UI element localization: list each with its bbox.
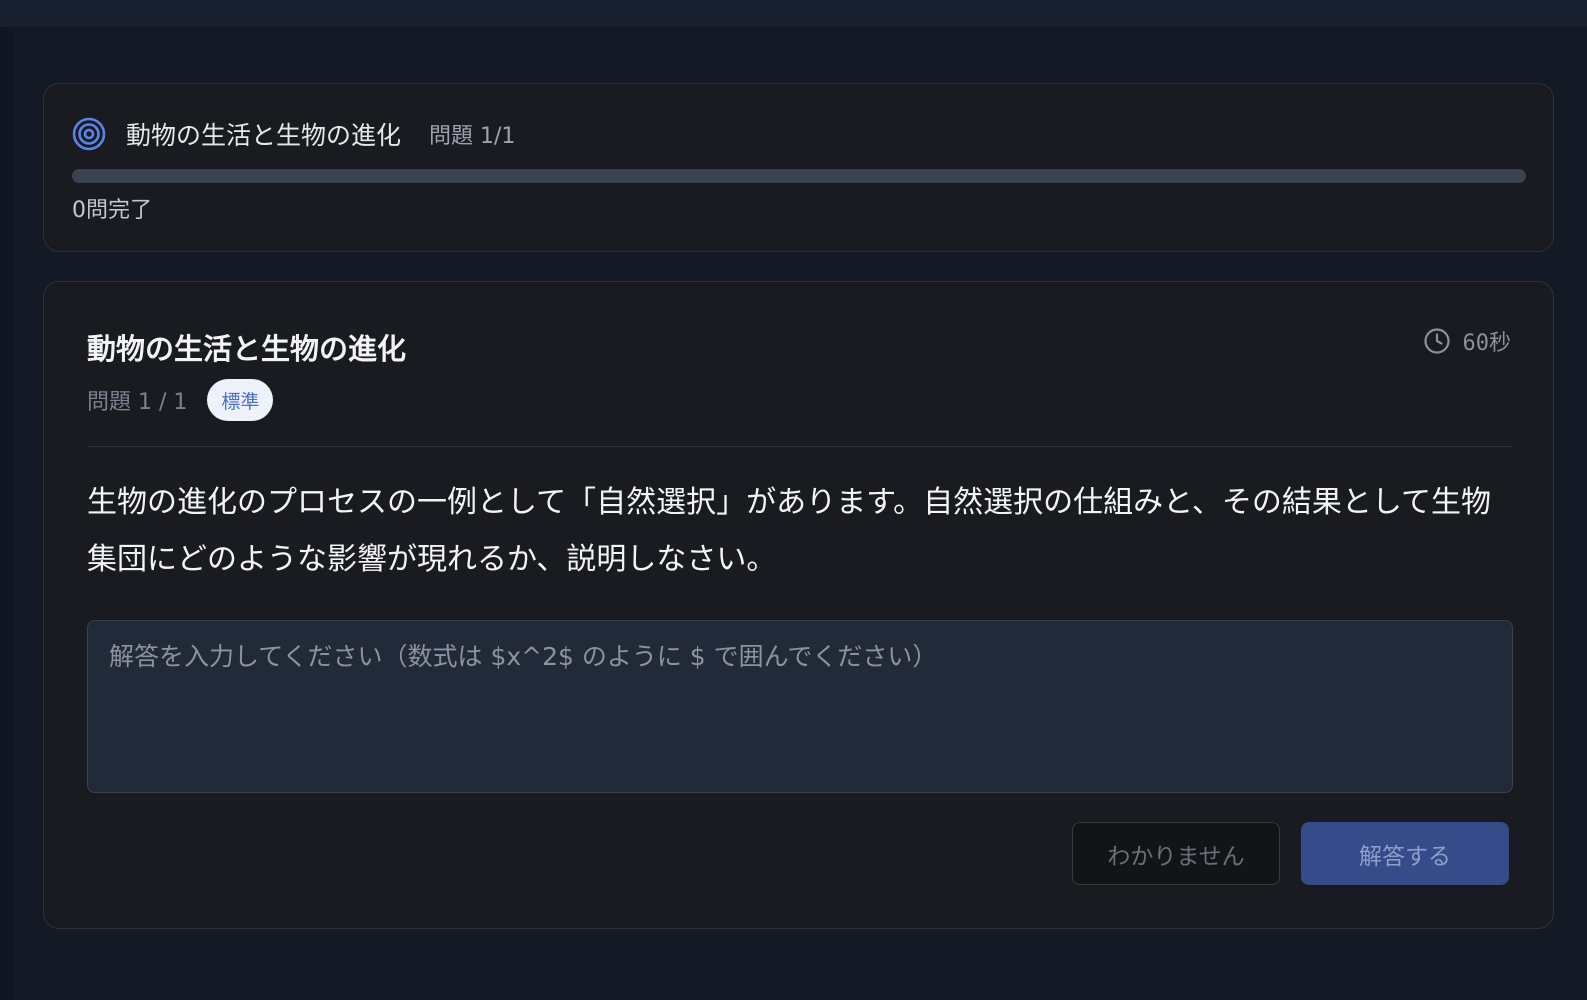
question-card: 動物の生活と生物の進化 問題 1 / 1 標準 60秒 生物の進化のプロセスの一… [43,281,1554,929]
timer-text: 60秒 [1462,331,1512,356]
clock-icon [1423,328,1450,354]
question-text: 生物の進化のプロセスの一例として「自然選択」があります。自然選択の仕組みと、その… [87,485,1491,577]
progress-question-count: 問題 1/1 [429,124,516,149]
progress-header: 動物の生活と生物の進化 問題 1/1 [72,116,515,152]
submit-answer-button[interactable]: 解答する [1301,822,1509,885]
progress-bar [72,169,1526,183]
progress-card: 動物の生活と生物の進化 問題 1/1 0問完了 [43,83,1554,252]
dont-know-button[interactable]: わかりません [1072,822,1280,885]
question-number: 問題 1 / 1 [87,390,188,415]
progress-title: 動物の生活と生物の進化 [126,121,402,150]
difficulty-badge: 標準 [207,379,274,421]
answer-input[interactable] [87,620,1513,793]
question-title: 動物の生活と生物の進化 [87,332,407,366]
question-meta: 問題 1 / 1 標準 [87,379,274,421]
question-timer: 60秒 [1423,326,1512,356]
top-bar [0,0,1587,27]
left-rail [0,27,14,1000]
target-icon [72,117,106,151]
divider [87,446,1513,447]
progress-status: 0問完了 [72,198,152,223]
